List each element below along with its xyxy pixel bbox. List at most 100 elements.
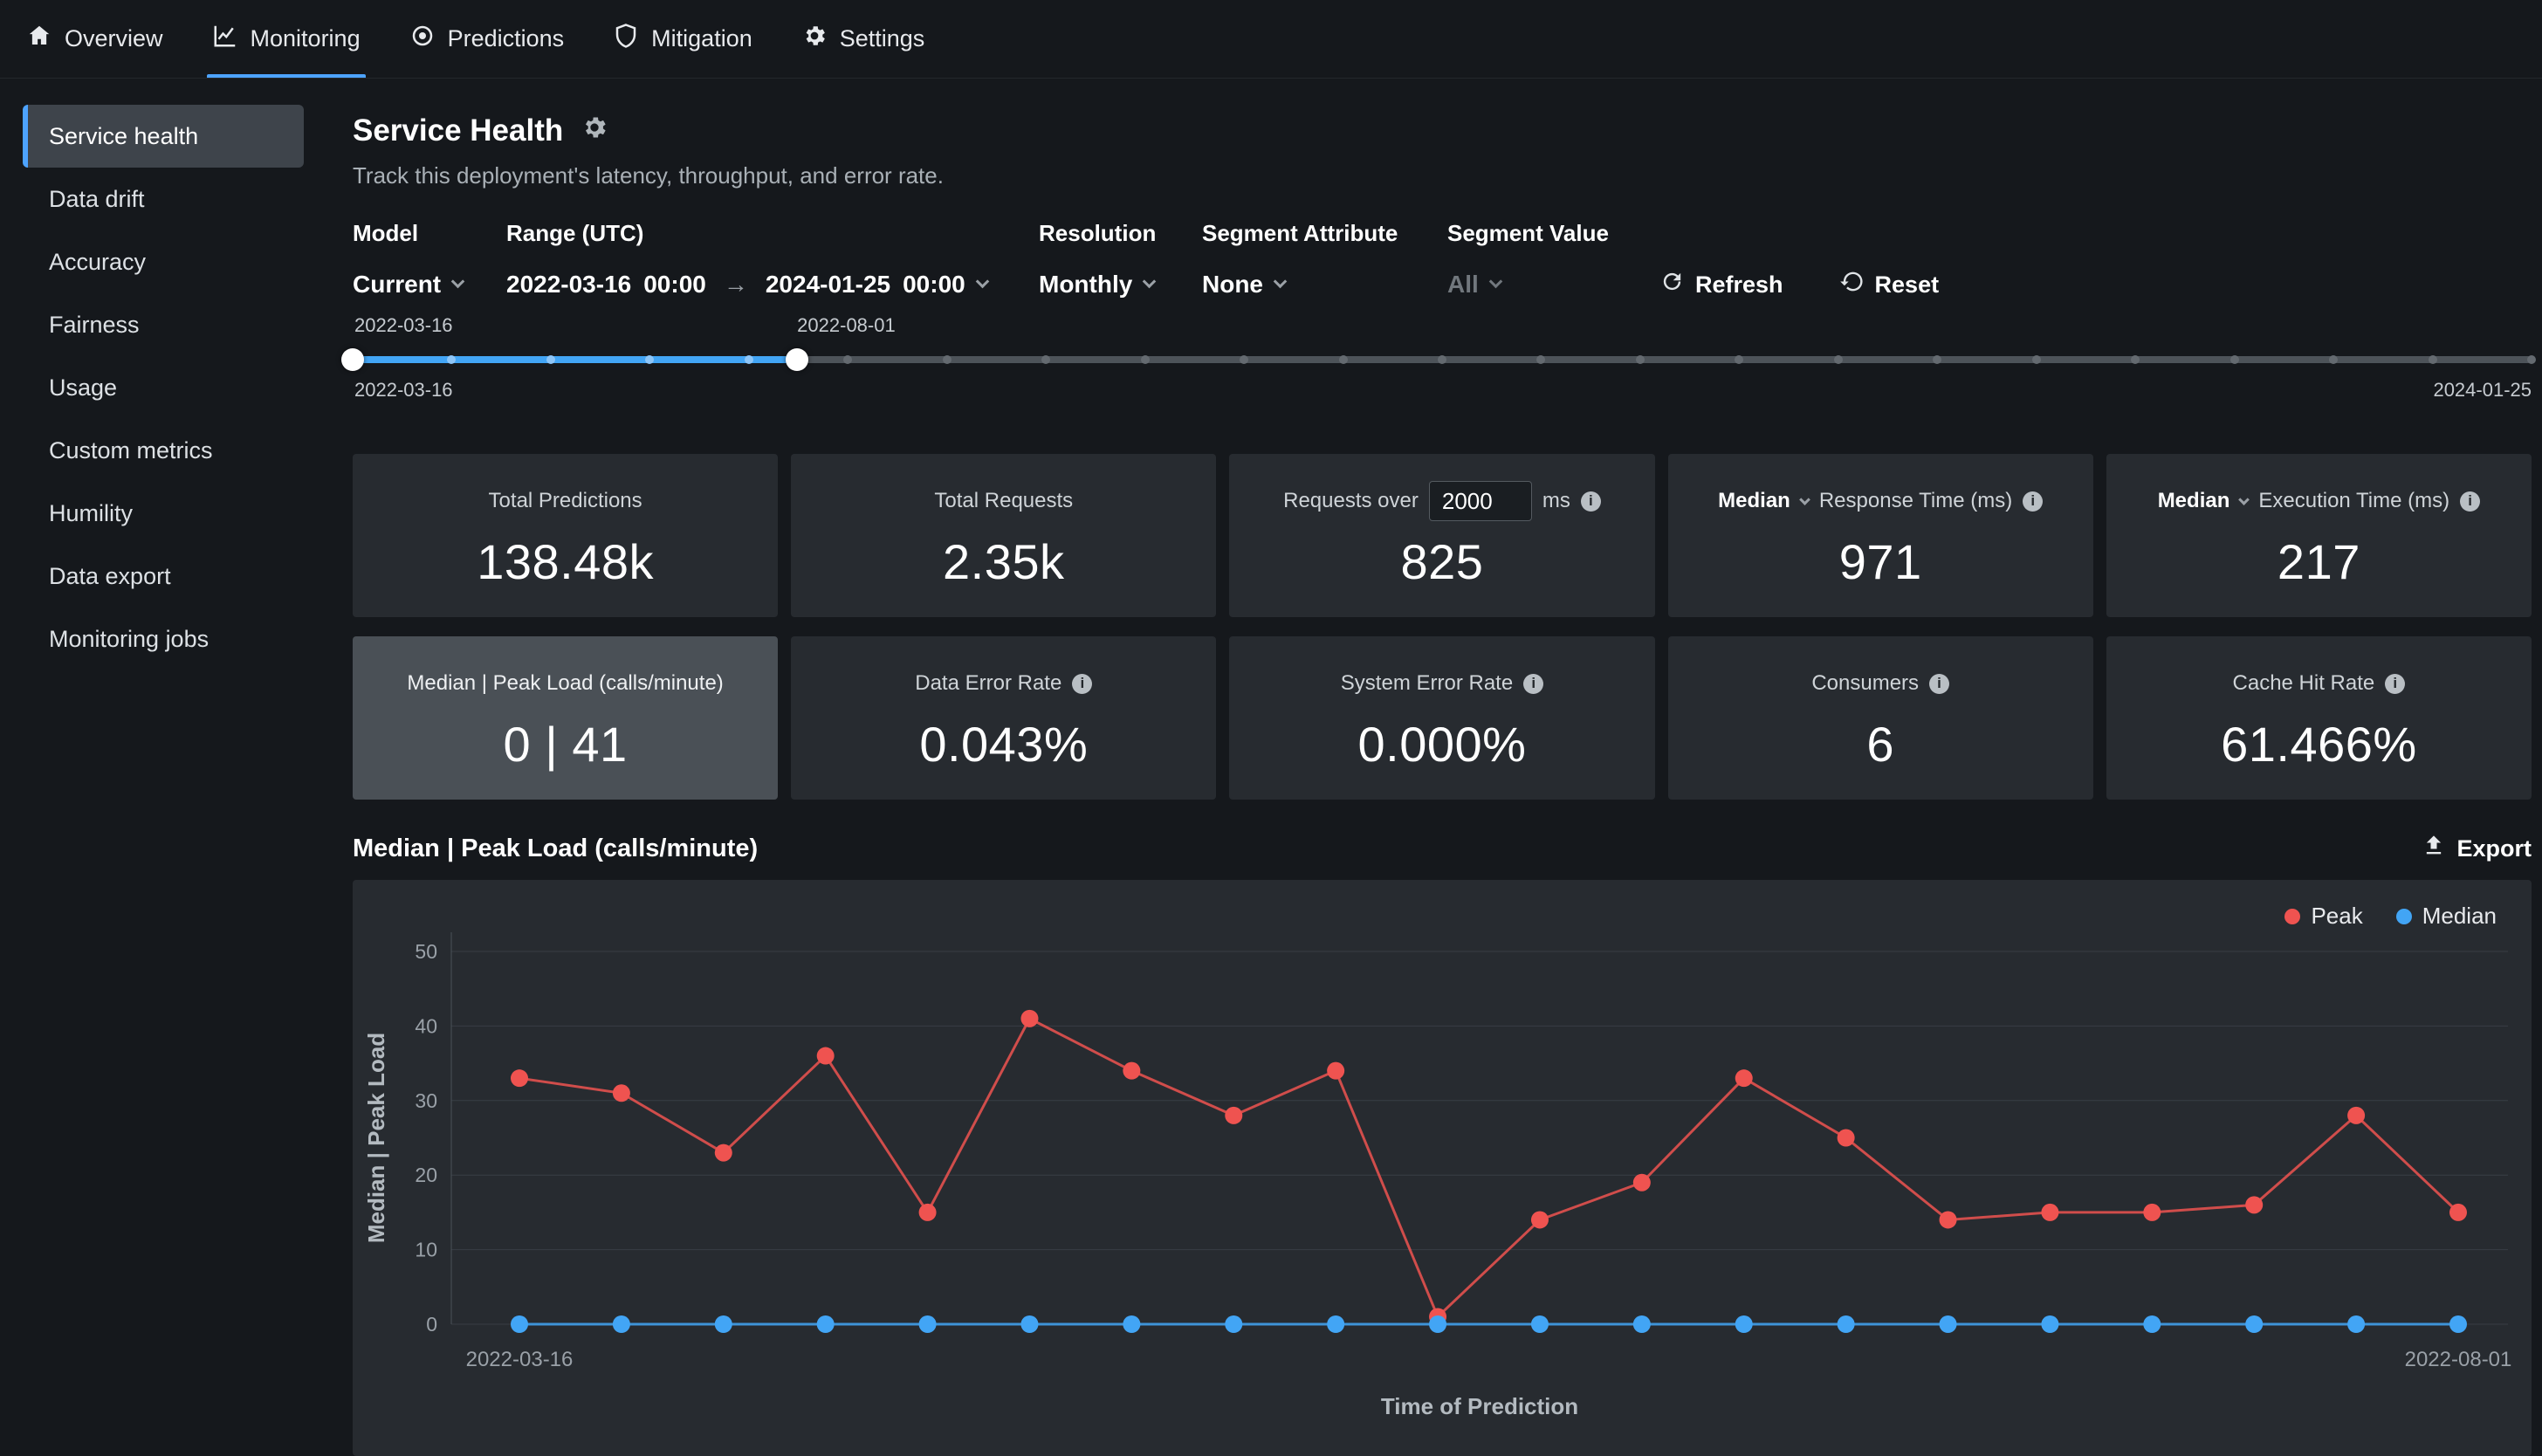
sidebar-item-custom-metrics[interactable]: Custom metrics	[23, 419, 304, 482]
export-icon	[2422, 834, 2446, 864]
slider-tick	[2429, 355, 2437, 364]
page-title: Service Health	[353, 112, 2532, 150]
sidebar-item-monitoring-jobs[interactable]: Monitoring jobs	[23, 608, 304, 670]
slider-tick	[1536, 355, 1545, 364]
nav-item-overview[interactable]: Overview	[26, 0, 163, 78]
chart-panel: Peak Median 010203040502022-03-162022-08…	[353, 880, 2532, 1456]
info-icon[interactable]	[2385, 674, 2405, 694]
segment-attribute-select[interactable]: None	[1202, 269, 1447, 300]
sidebar-item-humility[interactable]: Humility	[23, 482, 304, 545]
peak-load-chart[interactable]: 010203040502022-03-162022-08-01Time of P…	[353, 880, 2532, 1456]
model-select[interactable]: Current	[353, 269, 506, 300]
svg-text:0: 0	[426, 1313, 437, 1336]
svg-text:40: 40	[415, 1014, 437, 1037]
export-button[interactable]: Export	[2422, 834, 2532, 864]
nav-item-predictions[interactable]: Predictions	[409, 0, 565, 78]
range-select[interactable]: 2022-03-16 00:00 → 2024-01-25 00:00	[506, 269, 1039, 300]
nav-label-predictions: Predictions	[448, 25, 565, 52]
slider-tick	[843, 355, 852, 364]
tile-response-time[interactable]: Median Response Time (ms) 971	[1668, 454, 2093, 617]
slider-tick	[546, 355, 555, 364]
tile-peak-load[interactable]: Median | Peak Load (calls/minute) 0 | 41	[353, 636, 778, 800]
filter-bar: Model Current Range (UTC) 2022-03-16 00:…	[353, 220, 2532, 300]
resolution-select[interactable]: Monthly	[1039, 269, 1202, 300]
tile-execution-time[interactable]: Median Execution Time (ms) 217	[2106, 454, 2532, 617]
svg-text:20: 20	[415, 1164, 437, 1186]
nav-item-monitoring[interactable]: Monitoring	[212, 0, 361, 78]
slider-tick	[2527, 355, 2536, 364]
sidebar-item-fairness[interactable]: Fairness	[23, 293, 304, 356]
svg-text:Time of Prediction: Time of Prediction	[1381, 1393, 1578, 1419]
tile-system-error-rate[interactable]: System Error Rate 0.000%	[1229, 636, 1654, 800]
nav-label-settings: Settings	[840, 25, 925, 52]
nav-item-mitigation[interactable]: Mitigation	[613, 0, 752, 78]
range-end-time: 00:00	[903, 271, 965, 299]
tile-cache-hit-rate[interactable]: Cache Hit Rate 61.466%	[2106, 636, 2532, 800]
median-dropdown[interactable]: Median	[1718, 489, 1790, 513]
slider-tick	[745, 355, 753, 364]
chart-title: Median | Peak Load (calls/minute)	[353, 834, 758, 863]
settings-gear-icon[interactable]	[581, 113, 608, 149]
info-icon[interactable]	[1072, 674, 1092, 694]
tile-requests-over[interactable]: Requests over ms 825	[1229, 454, 1654, 617]
legend-item-peak[interactable]: Peak	[2284, 903, 2362, 930]
info-icon[interactable]	[1523, 674, 1543, 694]
tile-data-error-rate[interactable]: Data Error Rate 0.043%	[791, 636, 1216, 800]
legend-item-median[interactable]: Median	[2396, 903, 2497, 930]
chevron-down-icon	[1799, 494, 1810, 505]
info-icon[interactable]	[2460, 491, 2480, 512]
tile-total-predictions[interactable]: Total Predictions 138.48k	[353, 454, 778, 617]
slider-tick	[645, 355, 654, 364]
slider-label-start-top: 2022-03-16	[354, 314, 453, 337]
sidebar-item-data-export[interactable]: Data export	[23, 545, 304, 608]
sidebar-item-data-drift[interactable]: Data drift	[23, 168, 304, 230]
slider-tick	[2131, 355, 2140, 364]
arrow-right-icon: →	[718, 271, 753, 299]
sidebar-item-accuracy[interactable]: Accuracy	[23, 230, 304, 293]
range-label: Range (UTC)	[506, 220, 1039, 246]
slider-tick	[447, 355, 456, 364]
tile-consumers[interactable]: Consumers 6	[1668, 636, 2093, 800]
slider-tick	[1438, 355, 1446, 364]
top-nav: Overview Monitoring Predictions Mitigati…	[0, 0, 2542, 79]
slider-tick	[1933, 355, 1941, 364]
segment-attribute-label: Segment Attribute	[1202, 220, 1447, 246]
chevron-down-icon	[1143, 274, 1157, 288]
info-icon[interactable]	[1929, 674, 1949, 694]
segment-value-select[interactable]: All	[1447, 269, 1659, 300]
reset-button[interactable]: Reset	[1839, 269, 1940, 300]
sidebar: Service health Data drift Accuracy Fairn…	[0, 79, 339, 1449]
median-dropdown[interactable]: Median	[2158, 489, 2230, 513]
stat-tiles: Total Predictions 138.48k Total Requests…	[353, 454, 2532, 800]
ms-threshold-input[interactable]	[1429, 481, 1532, 521]
info-icon[interactable]	[1581, 491, 1601, 512]
slider-tick	[1041, 355, 1050, 364]
slider-tick	[2032, 355, 2041, 364]
slider-handle-left[interactable]	[341, 348, 364, 371]
page-subtitle: Track this deployment's latency, through…	[353, 162, 2532, 189]
target-icon	[409, 23, 436, 55]
slider-handle-right[interactable]	[786, 348, 808, 371]
median-legend-dot-icon	[2396, 909, 2412, 924]
nav-item-settings[interactable]: Settings	[801, 0, 925, 78]
tile-total-requests[interactable]: Total Requests 2.35k	[791, 454, 1216, 617]
slider-tick	[1834, 355, 1843, 364]
svg-text:2022-08-01: 2022-08-01	[2405, 1348, 2512, 1371]
reset-icon	[1839, 269, 1865, 300]
page-title-text: Service Health	[353, 113, 563, 148]
shield-icon	[613, 23, 639, 55]
refresh-button[interactable]: Refresh	[1659, 269, 1783, 300]
info-icon[interactable]	[2023, 491, 2043, 512]
home-icon	[26, 23, 52, 55]
chevron-down-icon	[975, 274, 989, 288]
chevron-down-icon	[451, 274, 465, 288]
slider-tick	[1240, 355, 1248, 364]
slider-label-start-bottom: 2022-03-16	[354, 379, 453, 402]
range-start-time: 00:00	[643, 271, 706, 299]
date-range-slider: 2022-03-16 2022-08-01 2022-03-16 2024-01…	[353, 314, 2532, 410]
slider-tick	[2230, 355, 2239, 364]
svg-text:2022-03-16: 2022-03-16	[466, 1348, 574, 1371]
sidebar-item-usage[interactable]: Usage	[23, 356, 304, 419]
sidebar-item-service-health[interactable]: Service health	[23, 105, 304, 168]
slider-tick	[1636, 355, 1645, 364]
